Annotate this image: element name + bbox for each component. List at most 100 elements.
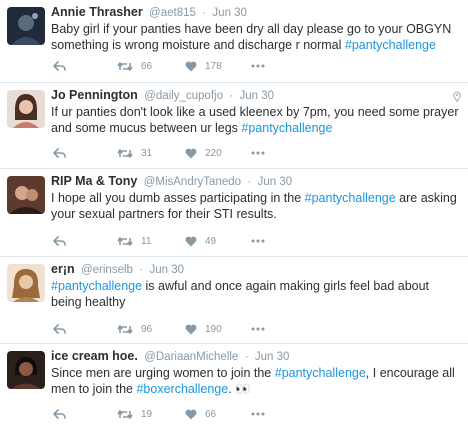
- heart-icon: [185, 148, 197, 158]
- more-button[interactable]: [251, 145, 265, 161]
- tweet-header: ice cream hoe. @DariaanMichelle · Jun 30: [51, 349, 289, 365]
- tweet[interactable]: er¡n @erinselb · Jun 30 #pantychallenge …: [0, 257, 468, 344]
- display-name[interactable]: er¡n: [51, 262, 75, 276]
- reply-button[interactable]: [53, 58, 66, 74]
- timestamp[interactable]: Jun 30: [258, 176, 293, 188]
- hashtag-link[interactable]: #pantychallenge: [275, 366, 366, 380]
- more-icon: [251, 64, 265, 68]
- more-button[interactable]: [251, 58, 265, 74]
- user-handle[interactable]: @daily_cupofjo: [144, 90, 223, 102]
- tweet-header: RIP Ma & Tony @MisAndryTanedo · Jun 30: [51, 174, 292, 190]
- like-button[interactable]: 49: [185, 233, 216, 249]
- like-count: 178: [205, 60, 222, 72]
- like-button[interactable]: 220: [185, 145, 222, 161]
- tweet-actions: 11 49: [51, 233, 411, 249]
- avatar[interactable]: [7, 264, 45, 302]
- retweet-count: 66: [141, 60, 153, 72]
- timestamp[interactable]: Jun 30: [255, 351, 290, 363]
- separator-dot: ·: [229, 90, 234, 102]
- tweet[interactable]: Annie Thrasher @aet815 · Jun 30 Baby gir…: [0, 0, 468, 83]
- separator-dot: ·: [244, 351, 249, 363]
- user-handle[interactable]: @MisAndryTanedo: [144, 176, 241, 188]
- tweet-text: Baby girl if your panties have been dry …: [51, 21, 463, 53]
- hashtag-link[interactable]: #pantychallenge: [305, 191, 396, 205]
- retweet-icon: [117, 324, 133, 334]
- timestamp[interactable]: Jun 30: [240, 90, 275, 102]
- more-button[interactable]: [251, 233, 265, 249]
- location-pin-icon: [453, 91, 461, 103]
- retweet-button[interactable]: 96: [117, 321, 152, 337]
- display-name[interactable]: RIP Ma & Tony: [51, 174, 137, 188]
- display-name[interactable]: Jo Pennington: [51, 88, 138, 102]
- retweet-icon: [117, 236, 133, 246]
- tweet-actions: 96 190: [51, 321, 411, 337]
- reply-icon: [53, 408, 66, 419]
- timestamp[interactable]: Jun 30: [212, 7, 247, 19]
- user-handle[interactable]: @DariaanMichelle: [144, 351, 238, 363]
- hashtag-link[interactable]: #pantychallenge: [51, 279, 142, 293]
- like-count: 66: [205, 408, 217, 420]
- reply-icon: [53, 147, 66, 158]
- user-handle[interactable]: @erinselb: [81, 264, 133, 276]
- timestamp[interactable]: Jun 30: [149, 264, 184, 276]
- avatar[interactable]: [7, 90, 45, 128]
- like-count: 220: [205, 147, 222, 159]
- tweet-text-part: I hope all you dumb asses participating …: [51, 191, 305, 205]
- heart-icon: [185, 61, 197, 71]
- tweet-actions: 66 178: [51, 58, 411, 74]
- retweet-button[interactable]: 31: [117, 145, 152, 161]
- more-icon: [251, 412, 265, 416]
- heart-icon: [185, 409, 197, 419]
- retweet-count: 96: [141, 323, 153, 335]
- heart-icon: [185, 236, 197, 246]
- retweet-count: 19: [141, 408, 153, 420]
- more-icon: [251, 327, 265, 331]
- tweet-text: #pantychallenge is awful and once again …: [51, 278, 463, 310]
- tweet-text-part: Since men are urging women to join the: [51, 366, 275, 380]
- tweet-actions: 19 66: [51, 406, 411, 422]
- retweet-button[interactable]: 66: [117, 58, 152, 74]
- avatar[interactable]: [7, 7, 45, 45]
- like-button[interactable]: 190: [185, 321, 222, 337]
- tweet[interactable]: RIP Ma & Tony @MisAndryTanedo · Jun 30 I…: [0, 169, 468, 257]
- more-button[interactable]: [251, 321, 265, 337]
- tweet-header: er¡n @erinselb · Jun 30: [51, 262, 184, 278]
- separator-dot: ·: [202, 7, 207, 19]
- tweet-actions: 31 220: [51, 145, 411, 161]
- avatar[interactable]: [7, 176, 45, 214]
- reply-button[interactable]: [53, 145, 66, 161]
- like-count: 49: [205, 235, 217, 247]
- tweet-feed: Annie Thrasher @aet815 · Jun 30 Baby gir…: [0, 0, 468, 430]
- retweet-icon: [117, 61, 133, 71]
- tweet[interactable]: ice cream hoe. @DariaanMichelle · Jun 30…: [0, 344, 468, 430]
- display-name[interactable]: Annie Thrasher: [51, 5, 143, 19]
- separator-dot: ·: [247, 176, 252, 188]
- retweet-icon: [117, 409, 133, 419]
- reply-button[interactable]: [53, 406, 66, 422]
- reply-icon: [53, 235, 66, 246]
- heart-icon: [185, 324, 197, 334]
- tweet-text: If ur panties don't look like a used kle…: [51, 104, 463, 136]
- tweet-text-part: . 👀: [228, 382, 251, 396]
- tweet-text: Since men are urging women to join the #…: [51, 365, 463, 397]
- reply-button[interactable]: [53, 321, 66, 337]
- avatar[interactable]: [7, 351, 45, 389]
- user-handle[interactable]: @aet815: [149, 7, 196, 19]
- tweet-header: Jo Pennington @daily_cupofjo · Jun 30: [51, 88, 274, 104]
- like-count: 190: [205, 323, 222, 335]
- like-button[interactable]: 178: [185, 58, 222, 74]
- hashtag-link[interactable]: #boxerchallenge: [136, 382, 228, 396]
- retweet-count: 31: [141, 147, 153, 159]
- retweet-button[interactable]: 11: [117, 233, 151, 249]
- reply-icon: [53, 60, 66, 71]
- hashtag-link[interactable]: #pantychallenge: [345, 38, 436, 52]
- tweet-header: Annie Thrasher @aet815 · Jun 30: [51, 5, 247, 21]
- retweet-button[interactable]: 19: [117, 406, 152, 422]
- display-name[interactable]: ice cream hoe.: [51, 349, 138, 363]
- reply-button[interactable]: [53, 233, 66, 249]
- like-button[interactable]: 66: [185, 406, 216, 422]
- hashtag-link[interactable]: #pantychallenge: [241, 121, 332, 135]
- reply-icon: [53, 323, 66, 334]
- tweet[interactable]: Jo Pennington @daily_cupofjo · Jun 30 If…: [0, 83, 468, 169]
- more-button[interactable]: [251, 406, 265, 422]
